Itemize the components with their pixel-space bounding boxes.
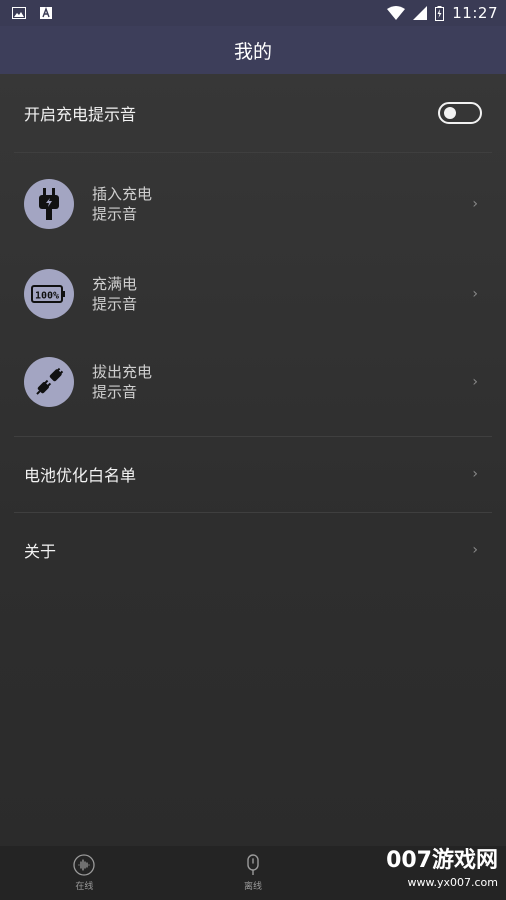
unplug-icon-circle <box>24 357 74 407</box>
tab-online[interactable]: 在线 <box>0 846 169 900</box>
unplug-sound-subtitle: 提示音 <box>92 383 138 401</box>
toggle-knob <box>444 107 456 119</box>
unplug-sound-label: 拔出充电 提示音 <box>92 362 152 402</box>
tab-offline[interactable]: 离线 <box>169 846 338 900</box>
wifi-icon <box>387 6 406 20</box>
settings-panel: 开启充电提示音 插入充电 提示音 › 100% 充满电 提示音 › 拔出充电 提… <box>0 74 506 846</box>
chevron-right-icon: › <box>472 466 478 482</box>
chevron-right-icon: › <box>472 374 478 390</box>
sound-wave-icon <box>73 854 95 876</box>
font-icon <box>40 7 52 19</box>
bottom-navigation: 在线 离线 <box>0 846 506 900</box>
battery-icon-circle: 100% <box>24 269 74 319</box>
tab-online-label: 在线 <box>75 882 94 892</box>
page-title: 我的 <box>233 40 272 63</box>
chevron-right-icon: › <box>472 196 478 212</box>
status-time: 11:27 <box>452 4 498 22</box>
plug-in-sound-subtitle: 提示音 <box>92 205 138 223</box>
unplug-icon <box>36 367 64 395</box>
signal-icon <box>413 6 428 20</box>
full-charge-sound-row[interactable]: 100% 充满电 提示音 › <box>0 254 506 334</box>
unplug-sound-title: 拔出充电 <box>92 363 153 381</box>
full-charge-sound-subtitle: 提示音 <box>92 295 138 313</box>
plug-in-sound-row[interactable]: 插入充电 提示音 › <box>0 164 506 244</box>
image-icon <box>12 7 26 19</box>
battery-whitelist-row[interactable]: 电池优化白名单 › <box>0 437 506 511</box>
battery-charging-icon <box>435 5 445 21</box>
plug-icon-circle <box>24 179 74 229</box>
battery-whitelist-label: 电池优化白名单 <box>24 466 137 485</box>
tab-mine[interactable] <box>337 846 506 900</box>
chevron-right-icon: › <box>472 542 478 558</box>
full-charge-sound-title: 充满电 <box>92 275 138 293</box>
about-label: 关于 <box>24 542 57 561</box>
status-bar: 11:27 <box>0 0 506 26</box>
divider <box>14 152 492 153</box>
charge-sound-toggle-row[interactable]: 开启充电提示音 <box>0 74 506 152</box>
battery-percent-text: 100% <box>35 291 59 302</box>
charge-sound-toggle-label: 开启充电提示音 <box>24 105 137 124</box>
app-bar: 我的 <box>0 26 506 74</box>
full-charge-sound-label: 充满电 提示音 <box>92 274 137 314</box>
plug-in-sound-label: 插入充电 提示音 <box>92 184 152 224</box>
plug-icon <box>39 188 59 220</box>
tab-offline-label: 离线 <box>244 882 263 892</box>
microphone-icon <box>247 854 259 875</box>
plug-in-sound-title: 插入充电 <box>92 185 153 203</box>
about-row[interactable]: 关于 › <box>0 513 506 587</box>
charge-sound-toggle[interactable] <box>438 102 482 124</box>
chevron-right-icon: › <box>472 286 478 302</box>
battery-full-icon: 100% <box>31 285 65 303</box>
unplug-sound-row[interactable]: 拔出充电 提示音 › <box>0 342 506 422</box>
